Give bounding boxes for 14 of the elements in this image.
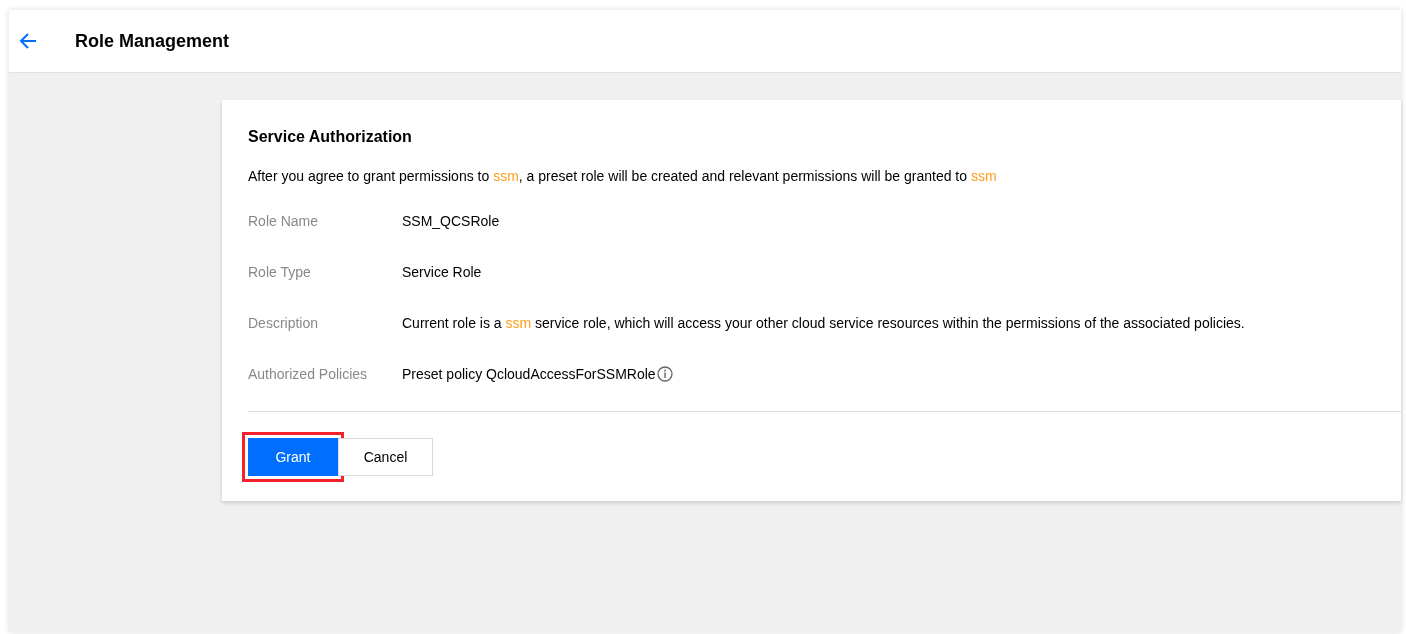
field-value: SSM_QCSRole — [402, 213, 500, 229]
field-label: Authorized Policies — [248, 366, 369, 382]
back-arrow-icon[interactable] — [18, 31, 38, 51]
field-label: Role Type — [248, 264, 312, 280]
field-value: Current role is a ssm service role, which will access your other cloud service resources within the permissions of the associated policies. — [402, 315, 1245, 331]
section-title: Service Authorization — [248, 128, 413, 147]
info-icon[interactable] — [656, 366, 673, 382]
field-value: Service Role — [402, 264, 482, 280]
field-value: Preset policy QcloudAccessForSSMRole — [402, 366, 656, 382]
intro-text: After you agree to grant permissions to ssm, a preset role will be created and relevant permissions will be granted to ssm — [248, 168, 998, 186]
field-label: Role Name — [248, 213, 320, 229]
field-label: Description — [248, 315, 320, 331]
page-title: Role Management — [75, 30, 230, 52]
cancel-button[interactable]: Cancel — [338, 438, 433, 476]
